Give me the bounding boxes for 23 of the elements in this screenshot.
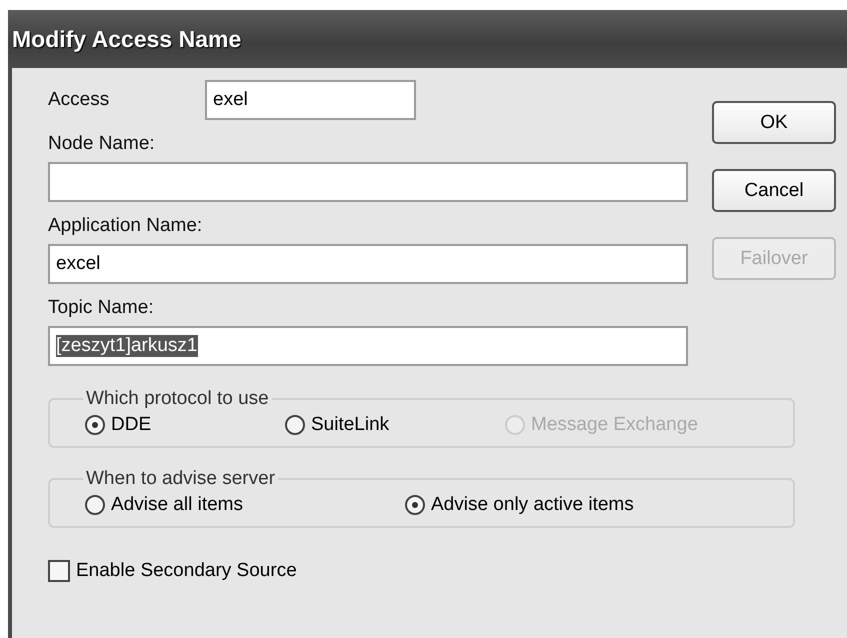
dialog-button[interactable]: Cancel (712, 169, 836, 212)
group-title: When to advise server (85, 468, 276, 490)
field-label: Application Name: (48, 214, 204, 238)
dialog-button[interactable]: OK (712, 101, 836, 144)
checkbox[interactable] (48, 560, 70, 582)
window-title: Modify Access Name (12, 26, 242, 52)
text-field[interactable]: [zeszyt1]arkusz1 (48, 326, 688, 366)
radio-button[interactable] (85, 415, 105, 435)
radio-button[interactable] (285, 415, 305, 435)
field-label: Access (48, 88, 110, 112)
text-field[interactable] (48, 162, 688, 202)
radio-label[interactable]: Advise all items (111, 494, 243, 516)
checkbox-label[interactable]: Enable Secondary Source (76, 560, 297, 582)
radio-label[interactable]: DDE (111, 414, 152, 436)
radio-button[interactable] (85, 495, 105, 515)
group-title: Which protocol to use (85, 388, 270, 410)
radio-button[interactable] (405, 495, 425, 515)
text-field[interactable]: exel (205, 80, 416, 120)
field-label: Topic Name: (48, 296, 155, 320)
radio-label[interactable]: Advise only active items (431, 494, 634, 516)
text-field[interactable]: excel (48, 244, 688, 284)
field-label: Node Name: (48, 132, 156, 156)
radio-label[interactable]: SuiteLink (311, 414, 390, 436)
